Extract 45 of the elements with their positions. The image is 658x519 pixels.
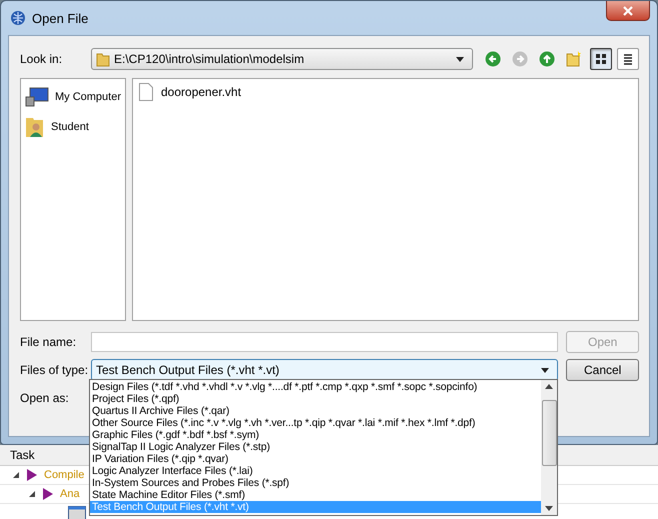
file-type-option[interactable]: SignalTap II Logic Analyzer Files (*.stp) [90, 441, 541, 453]
file-type-option[interactable]: In-System Sources and Probes Files (*.spf) [90, 477, 541, 489]
file-item[interactable]: dooropener.vht [139, 83, 242, 101]
file-type-option[interactable]: Quartus II Archive Files (*.qar) [90, 405, 541, 417]
cancel-button[interactable]: Cancel [566, 359, 639, 381]
folder-icon [96, 51, 110, 67]
file-type-option[interactable]: State Machine Editor Files (*.smf) [90, 489, 541, 501]
file-name-label: File name: [20, 335, 78, 349]
document-icon [139, 83, 153, 101]
file-type-option[interactable]: Design Files (*.tdf *.vhd *.vhdl *.v *.vlg *....df *.ptf *.cmp *.qxp *.smf *.sopc *.sopcinfo) [90, 381, 541, 393]
details-icon [622, 53, 634, 65]
open-as-label: Open as: [20, 391, 70, 405]
files-of-type-label: Files of type: [20, 363, 90, 377]
places-item[interactable]: Student [21, 113, 125, 141]
expand-icon [12, 471, 20, 479]
close-button[interactable] [606, 1, 650, 21]
caret-icon [456, 56, 464, 62]
window-title: Open File [32, 10, 88, 26]
file-type-option[interactable]: Other Source Files (*.inc *.v *.vlg *.vh *.ver...tp *.qip *.qvar *.lai *.mif *.hex *.lmf *.dpf) [90, 417, 541, 429]
file-type-option[interactable]: Project Files (*.qpf) [90, 393, 541, 405]
file-type-option[interactable]: Logic Analyzer Interface Files (*.lai) [90, 465, 541, 477]
window-icon [68, 506, 86, 519]
expand-icon [28, 490, 36, 498]
computer-icon [25, 87, 49, 107]
globe-icon [10, 10, 26, 26]
file-type-option[interactable]: Graphic Files (*.gdf *.bdf *.bsf *.sym) [90, 429, 541, 441]
details-view-button[interactable] [617, 48, 639, 70]
places-item[interactable]: My Computer [21, 85, 125, 109]
column-header: Task [10, 448, 35, 462]
folder-icon [566, 51, 582, 67]
play-icon [26, 468, 38, 482]
files-of-type-dropdown[interactable]: Test Bench Output Files (*.vht *.vt) [91, 359, 558, 381]
down-arrow-icon [545, 506, 553, 511]
look-in-dropdown[interactable]: E:\CP120\intro\simulation\modelsim [91, 48, 473, 70]
caret-icon [541, 368, 550, 372]
look-in-label: Look in: [20, 52, 64, 66]
list-view-button[interactable] [590, 48, 612, 70]
user-folder-icon [25, 115, 45, 139]
play-icon [42, 487, 54, 501]
grid-icon [595, 53, 607, 65]
file-name-field[interactable] [91, 332, 558, 352]
close-icon [623, 6, 633, 16]
file-type-option[interactable]: IP Variation Files (*.qip *.qvar) [90, 453, 541, 465]
up-arrow-icon [545, 384, 553, 389]
scrollbar[interactable] [541, 380, 557, 515]
